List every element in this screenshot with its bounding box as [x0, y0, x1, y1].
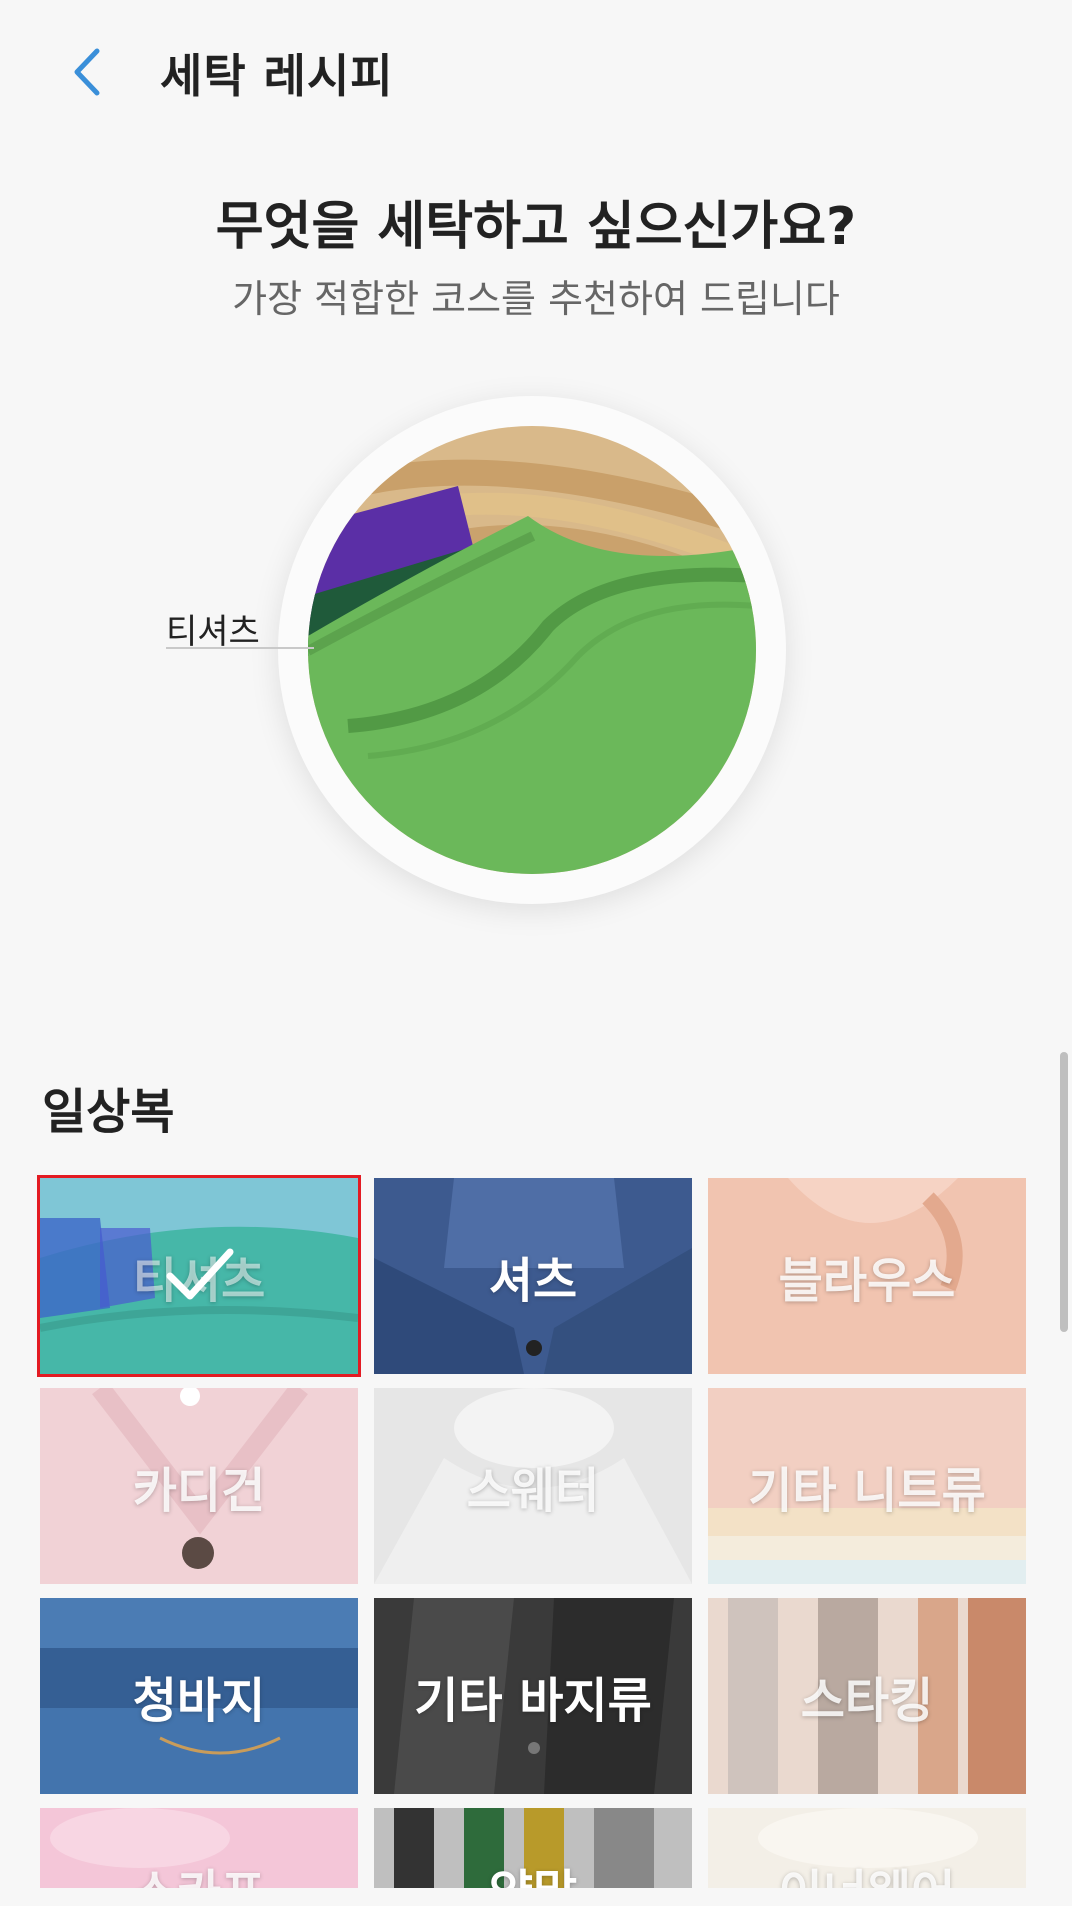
tile-tshirt[interactable]: 티셔츠: [37, 1175, 361, 1377]
tile-label: 양말: [374, 1848, 692, 1888]
tile-label: 블라우스: [778, 1253, 956, 1309]
tile-label: 이너웨어: [708, 1848, 1026, 1888]
tile-label: 스타킹: [800, 1673, 934, 1729]
preview-label: 티셔츠: [166, 612, 260, 652]
preview-image: [308, 426, 756, 874]
tile-sweater[interactable]: 스웨터: [374, 1388, 692, 1584]
scrollbar[interactable]: [1060, 1052, 1068, 1332]
tile-scarf[interactable]: 스카프: [40, 1808, 358, 1888]
question-heading: 무엇을 세탁하고 싶으신가요?: [215, 197, 857, 257]
check-icon: [166, 1248, 234, 1300]
tile-label: 카디건: [132, 1463, 266, 1519]
back-button[interactable]: [56, 42, 116, 102]
section-title: 일상복: [42, 1084, 175, 1140]
tile-socks[interactable]: 양말: [374, 1808, 692, 1888]
tile-label: 기타 바지류: [414, 1673, 652, 1729]
chevron-left-icon: [74, 48, 100, 96]
tile-cardigan[interactable]: 카디건: [40, 1388, 358, 1584]
preview-label-line: [166, 647, 314, 649]
app-header: 세탁 레시피: [0, 0, 1072, 150]
page-title: 세탁 레시피: [160, 49, 394, 103]
tile-label: 기타 니트류: [748, 1463, 986, 1519]
tile-label: 청바지: [132, 1673, 266, 1729]
tile-stocking[interactable]: 스타킹: [708, 1598, 1026, 1794]
tile-other-pants[interactable]: 기타 바지류: [374, 1598, 692, 1794]
tile-label: 스웨터: [466, 1463, 600, 1519]
tile-blouse[interactable]: 블라우스: [708, 1178, 1026, 1374]
tile-label: 셔츠: [488, 1253, 578, 1309]
tile-jeans[interactable]: 청바지: [40, 1598, 358, 1794]
tile-label: 스카프: [40, 1848, 358, 1888]
tile-shirt[interactable]: 셔츠: [374, 1178, 692, 1374]
subtitle-text: 가장 적합한 코스를 추천하여 드립니다: [232, 277, 840, 321]
tile-innerwear[interactable]: 이너웨어: [708, 1808, 1026, 1888]
tile-other-knit[interactable]: 기타 니트류: [708, 1388, 1026, 1584]
